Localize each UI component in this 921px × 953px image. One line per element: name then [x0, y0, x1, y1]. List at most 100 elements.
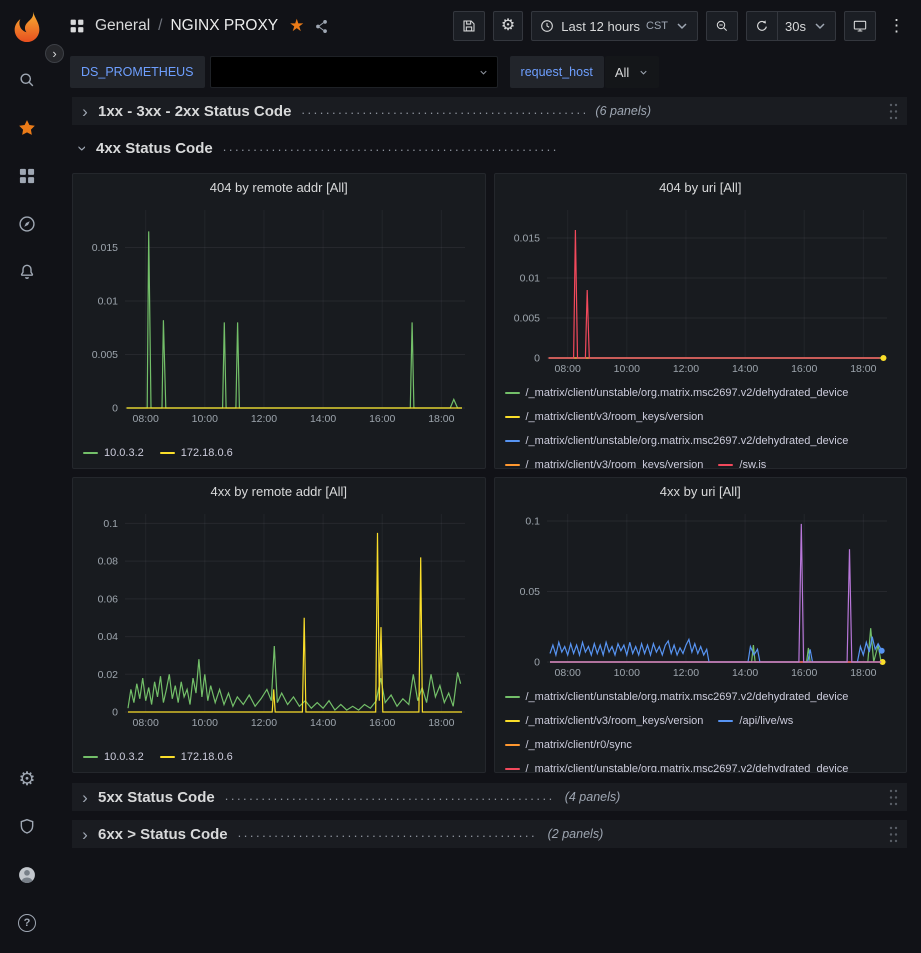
dashboard-title: NGINX PROXY	[170, 17, 278, 35]
svg-text:10:00: 10:00	[192, 413, 218, 425]
dashboard-submenu: DS_PROMETHEUS request_host All	[54, 52, 921, 92]
grafana-logo[interactable]	[8, 8, 46, 46]
user-avatar[interactable]	[0, 851, 54, 899]
dashboard-settings-button[interactable]: ⚙	[493, 11, 523, 41]
row-title: 6xx > Status Code	[98, 826, 228, 843]
favorite-star-icon[interactable]: ★	[289, 16, 304, 36]
row-5xx[interactable]: › 5xx Status Code ......................…	[72, 783, 907, 811]
explore-compass-icon[interactable]	[0, 200, 54, 248]
svg-text:10:00: 10:00	[613, 667, 639, 679]
legend-item[interactable]: 172.18.0.6	[160, 751, 233, 763]
server-admin-shield-icon[interactable]	[0, 803, 54, 851]
legend-label: /_matrix/client/unstable/org.matrix.msc2…	[526, 691, 849, 703]
series-color-dash	[505, 416, 520, 418]
timezone-label: CST	[646, 20, 668, 32]
panel-title[interactable]: 404 by remote addr [All]	[73, 174, 485, 200]
legend-item[interactable]: /_matrix/client/v3/room_keys/version	[505, 411, 704, 423]
sidebar-expand-button[interactable]: ›	[45, 44, 64, 63]
legend-item[interactable]: /_matrix/client/r0/sync	[505, 739, 632, 751]
row-leader-dots: ........................................…	[223, 139, 559, 154]
panel-title[interactable]: 4xx by uri [All]	[495, 478, 907, 504]
legend-item[interactable]: /sw.js	[718, 459, 766, 468]
configuration-gear-icon[interactable]: ⚙	[0, 755, 54, 803]
panel-title[interactable]: 4xx by remote addr [All]	[73, 478, 485, 504]
svg-text:0.015: 0.015	[92, 242, 118, 254]
legend-item[interactable]: /_matrix/client/unstable/org.matrix.msc2…	[505, 435, 849, 447]
save-dashboard-button[interactable]	[453, 11, 485, 41]
legend-item[interactable]: 10.0.3.2	[83, 447, 144, 459]
svg-text:16:00: 16:00	[369, 717, 395, 729]
legend-label: /_matrix/client/unstable/org.matrix.msc2…	[526, 763, 849, 772]
row-6xx[interactable]: › 6xx > Status Code ....................…	[72, 820, 907, 848]
grafana-app: ⚙ ? › General / NGINX PROXY ★	[0, 0, 921, 953]
timeseries-chart[interactable]: 00.050.108:0010:0012:0014:0016:0018:00	[501, 504, 901, 680]
series-color-dash	[505, 440, 520, 442]
row-1xx-3xx-2xx[interactable]: › 1xx - 3xx - 2xx Status Code ..........…	[72, 97, 907, 125]
tv-mode-button[interactable]	[844, 11, 876, 41]
request-host-variable-dropdown[interactable]: All	[605, 56, 659, 88]
legend-item[interactable]: 172.18.0.6	[160, 447, 233, 459]
series-color-dash	[83, 756, 98, 758]
alerting-bell-icon[interactable]	[0, 248, 54, 296]
legend-item[interactable]: /_matrix/client/unstable/org.matrix.msc2…	[505, 763, 849, 772]
main-area: General / NGINX PROXY ★ ⚙ Last 12 hours …	[54, 0, 921, 953]
row-title: 4xx Status Code	[96, 140, 213, 157]
datasource-variable-dropdown[interactable]	[210, 56, 498, 88]
refresh-button[interactable]	[746, 11, 777, 41]
legend-label: /_matrix/client/unstable/org.matrix.msc2…	[526, 435, 849, 447]
series-color-dash	[160, 452, 175, 454]
row-leader-dots: ........................................…	[225, 788, 555, 803]
legend-item[interactable]: /_matrix/client/v3/room_keys/version	[505, 715, 704, 727]
svg-text:18:00: 18:00	[428, 413, 454, 425]
legend-item[interactable]: 10.0.3.2	[83, 751, 144, 763]
share-icon[interactable]	[313, 18, 330, 35]
row-leader-dots: ........................................…	[301, 102, 585, 117]
panel-title[interactable]: 404 by uri [All]	[495, 174, 907, 200]
row-drag-handle[interactable]	[888, 101, 899, 122]
svg-text:0.1: 0.1	[103, 518, 118, 530]
legend-item[interactable]: /_matrix/client/v3/room_keys/version	[505, 459, 704, 468]
help-icon[interactable]: ?	[0, 899, 54, 947]
timeseries-chart[interactable]: 00.0050.010.01508:0010:0012:0014:0016:00…	[79, 200, 479, 426]
svg-text:0.04: 0.04	[98, 631, 119, 643]
kebab-menu-icon[interactable]: ⋮	[884, 16, 909, 36]
refresh-interval-dropdown[interactable]: 30s	[777, 11, 836, 41]
legend-item[interactable]: /api/live/ws	[718, 715, 793, 727]
svg-text:0.01: 0.01	[98, 295, 119, 307]
chevron-down-icon	[812, 18, 828, 34]
legend-label: /_matrix/client/v3/room_keys/version	[526, 411, 704, 423]
row-drag-handle[interactable]	[888, 787, 899, 808]
row-4xx[interactable]: › 4xx Status Code ......................…	[72, 135, 907, 161]
svg-text:0: 0	[534, 657, 540, 669]
series-color-dash	[718, 464, 733, 466]
svg-text:18:00: 18:00	[428, 717, 454, 729]
panel-legend: 10.0.3.2 172.18.0.6	[73, 447, 485, 468]
chevron-down-icon	[638, 67, 649, 78]
svg-text:14:00: 14:00	[731, 363, 757, 375]
search-icon[interactable]	[0, 56, 54, 104]
legend-row: /_matrix/client/v3/room_keys/version/sw.…	[505, 453, 907, 468]
starred-dashboards-icon[interactable]	[0, 104, 54, 152]
svg-text:0: 0	[112, 707, 118, 719]
legend-item[interactable]: /_matrix/client/unstable/org.matrix.msc2…	[505, 387, 849, 399]
series-color-dash	[505, 744, 520, 746]
row-drag-handle[interactable]	[888, 824, 899, 845]
svg-text:14:00: 14:00	[310, 717, 336, 729]
dashboards-icon[interactable]	[0, 152, 54, 200]
legend-item[interactable]: /_matrix/client/unstable/org.matrix.msc2…	[505, 691, 849, 703]
breadcrumb-separator: /	[158, 17, 162, 35]
chevron-right-icon: ›	[74, 789, 96, 806]
zoom-out-button[interactable]	[706, 11, 738, 41]
time-range-picker[interactable]: Last 12 hours CST	[531, 11, 698, 41]
legend-row: /_matrix/client/v3/room_keys/version/api…	[505, 709, 907, 733]
breadcrumb: General / NGINX PROXY	[95, 17, 278, 35]
svg-text:10:00: 10:00	[192, 717, 218, 729]
timeseries-chart[interactable]: 00.020.040.060.080.108:0010:0012:0014:00…	[79, 504, 479, 730]
series-color-dash	[505, 464, 520, 466]
breadcrumb-folder[interactable]: General	[95, 17, 150, 35]
timeseries-chart[interactable]: 00.0050.010.01508:0010:0012:0014:0016:00…	[501, 200, 901, 376]
legend-label: /_matrix/client/v3/room_keys/version	[526, 459, 704, 468]
svg-text:0.02: 0.02	[98, 669, 119, 681]
svg-text:0.05: 0.05	[519, 586, 540, 598]
series-color-dash	[505, 392, 520, 394]
